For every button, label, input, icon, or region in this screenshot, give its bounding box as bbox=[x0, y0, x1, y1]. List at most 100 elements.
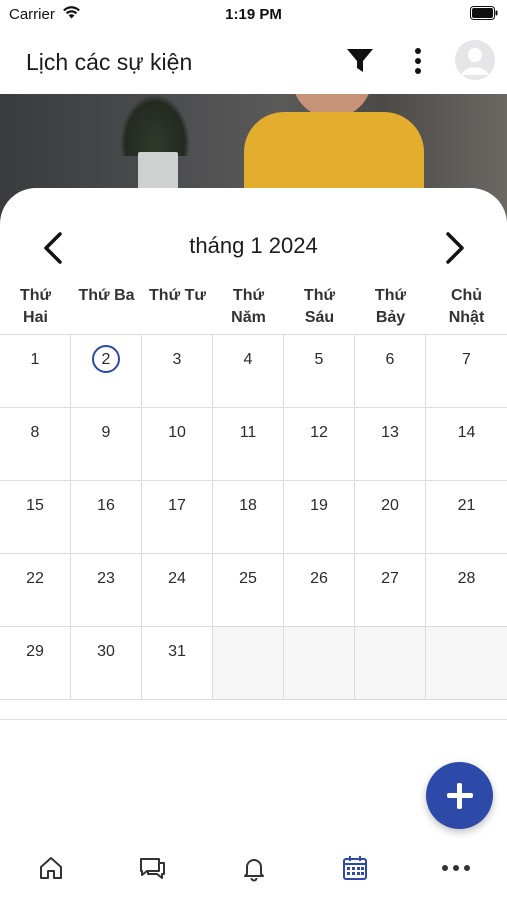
app-header: Lịch các sự kiện bbox=[0, 30, 507, 94]
calendar-day-number: 2 bbox=[101, 351, 111, 368]
calendar-day-number: 19 bbox=[310, 497, 328, 514]
add-event-button[interactable] bbox=[426, 762, 493, 829]
calendar-day-number: 9 bbox=[101, 424, 111, 441]
tab-more[interactable] bbox=[436, 854, 476, 886]
calendar-day-cell[interactable]: 18 bbox=[213, 481, 284, 553]
weekday-line: Sáu bbox=[304, 309, 335, 326]
calendar-day-number: 21 bbox=[457, 497, 476, 514]
calendar-day-cell[interactable]: 3 bbox=[142, 335, 213, 407]
calendar-empty-cell bbox=[284, 627, 355, 699]
calendar-day-number: 13 bbox=[381, 424, 399, 441]
page-title: Lịch các sự kiện bbox=[26, 49, 193, 75]
calendar-day-cell[interactable]: 16 bbox=[71, 481, 142, 553]
avatar[interactable] bbox=[455, 40, 495, 80]
weekday-line: Thứ bbox=[232, 287, 265, 304]
calendar-day-number: 30 bbox=[97, 643, 115, 660]
calendar-week-row: 29 30 31 bbox=[0, 627, 507, 700]
chat-icon bbox=[140, 858, 165, 879]
calendar-day-cell[interactable]: 30 bbox=[71, 627, 142, 699]
more-horiz-icon bbox=[442, 865, 470, 871]
calendar-day-number: 31 bbox=[168, 643, 186, 660]
calendar-grid: 1 2 3 4 5 6 7 8 9 10 11 12 13 14 15 16 17 18 19 20 21 22 23 24 2… bbox=[0, 334, 507, 720]
calendar-day-cell[interactable]: 17 bbox=[142, 481, 213, 553]
calendar-day-cell[interactable]: 22 bbox=[0, 554, 71, 626]
calendar-card: tháng 1 2024 Thứ Hai Thứ Ba Thứ Tư Thứ Năm… bbox=[0, 188, 507, 724]
calendar-day-number: 23 bbox=[97, 570, 115, 587]
hero-plant-pot bbox=[138, 152, 178, 190]
calendar-day-cell[interactable]: 24 bbox=[142, 554, 213, 626]
plus-icon-stem bbox=[457, 783, 462, 809]
calendar-day-cell[interactable]: 14 bbox=[426, 408, 507, 480]
calendar-day-number: 22 bbox=[26, 570, 44, 587]
calendar-day-number: 12 bbox=[310, 424, 328, 441]
calendar-day-cell[interactable]: 26 bbox=[284, 554, 355, 626]
calendar-day-number: 10 bbox=[168, 424, 186, 441]
calendar-day-number: 15 bbox=[26, 497, 44, 514]
more-vert-icon[interactable] bbox=[408, 46, 428, 76]
calendar-day-number: 5 bbox=[314, 351, 324, 368]
calendar-day-cell[interactable]: 20 bbox=[355, 481, 426, 553]
weekday-line: Năm bbox=[231, 309, 266, 326]
calendar-day-cell[interactable]: 11 bbox=[213, 408, 284, 480]
calendar-day-cell[interactable]: 19 bbox=[284, 481, 355, 553]
tab-calendar[interactable] bbox=[335, 854, 375, 886]
calendar-day-cell[interactable]: 5 bbox=[284, 335, 355, 407]
calendar-day-cell[interactable]: 15 bbox=[0, 481, 71, 553]
calendar-day-number: 17 bbox=[168, 497, 186, 514]
calendar-day-cell[interactable]: 27 bbox=[355, 554, 426, 626]
calendar-day-cell[interactable]: 21 bbox=[426, 481, 507, 553]
calendar-day-cell[interactable]: 8 bbox=[0, 408, 71, 480]
calendar-day-number: 25 bbox=[239, 570, 257, 587]
calendar-day-cell[interactable]: 12 bbox=[284, 408, 355, 480]
filter-icon[interactable] bbox=[345, 46, 375, 74]
calendar-day-cell[interactable]: 9 bbox=[71, 408, 142, 480]
calendar-day-number: 8 bbox=[30, 424, 40, 441]
calendar-day-cell[interactable]: 31 bbox=[142, 627, 213, 699]
calendar-day-number: 3 bbox=[172, 351, 182, 368]
calendar-day-cell[interactable]: 4 bbox=[213, 335, 284, 407]
calendar-day-cell[interactable]: 23 bbox=[71, 554, 142, 626]
chevron-right-icon[interactable] bbox=[440, 228, 470, 268]
calendar-day-number: 24 bbox=[168, 570, 186, 587]
calendar-day-cell[interactable]: 25 bbox=[213, 554, 284, 626]
calendar-day-number: 4 bbox=[243, 351, 253, 368]
calendar-icon bbox=[343, 856, 367, 880]
weekday-line: Hai bbox=[23, 309, 48, 326]
weekday-line: Chủ bbox=[450, 287, 483, 304]
calendar-day-number: 18 bbox=[239, 497, 257, 514]
tab-notifications[interactable] bbox=[234, 854, 274, 886]
weekday-label: Thứ Tư bbox=[142, 285, 213, 335]
bell-icon bbox=[244, 859, 264, 882]
weekday-label: Chủ Nhật bbox=[426, 285, 507, 335]
calendar-day-cell[interactable]: 29 bbox=[0, 627, 71, 699]
weekday-line: Thứ bbox=[303, 287, 336, 304]
tab-chat[interactable] bbox=[132, 854, 172, 886]
calendar-day-number: 16 bbox=[97, 497, 115, 514]
calendar-day-cell[interactable]: 6 bbox=[355, 335, 426, 407]
weekday-label: Thứ Bảy bbox=[355, 285, 426, 335]
tab-home[interactable] bbox=[31, 854, 71, 886]
battery-icon bbox=[470, 6, 498, 20]
weekday-label: Thứ Sáu bbox=[284, 285, 355, 335]
calendar-day-cell[interactable]: 7 bbox=[426, 335, 507, 407]
calendar-day-number: 29 bbox=[26, 643, 44, 660]
calendar-day-cell[interactable]: 28 bbox=[426, 554, 507, 626]
calendar-day-number: 11 bbox=[239, 424, 257, 441]
calendar-day-cell[interactable]: 13 bbox=[355, 408, 426, 480]
calendar-month-label: tháng 1 2024 bbox=[189, 233, 318, 258]
calendar-week-row: 1 2 3 4 5 6 7 bbox=[0, 335, 507, 408]
calendar-day-number: 20 bbox=[381, 497, 399, 514]
weekday-line: Thứ bbox=[19, 287, 52, 304]
weekday-label: Thứ Năm bbox=[213, 285, 284, 335]
calendar-day-cell[interactable]: 10 bbox=[142, 408, 213, 480]
calendar-day-cell[interactable]: 2 bbox=[71, 335, 142, 407]
calendar-empty-cell bbox=[355, 627, 426, 699]
calendar-day-cell[interactable]: 1 bbox=[0, 335, 71, 407]
calendar-day-number: 7 bbox=[462, 351, 471, 368]
weekday-line: Thứ Ba bbox=[78, 287, 135, 304]
weekday-label: Thứ Ba bbox=[71, 285, 142, 335]
status-time: 1:19 PM bbox=[225, 6, 282, 23]
weekday-label: Thứ Hai bbox=[0, 285, 71, 335]
hero-plant bbox=[120, 94, 190, 156]
calendar-day-number: 14 bbox=[457, 424, 476, 441]
